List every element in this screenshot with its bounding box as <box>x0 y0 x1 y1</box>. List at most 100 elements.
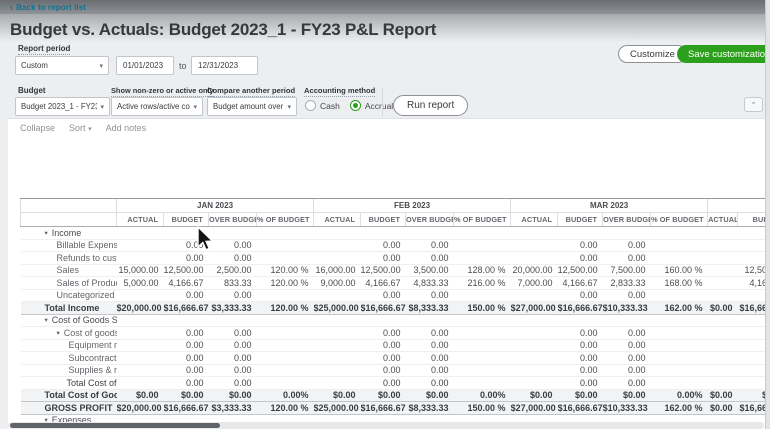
table-cell <box>511 314 558 327</box>
save-customization-button[interactable]: Save customization <box>677 45 770 63</box>
table-cell <box>511 327 558 340</box>
show-nonzero-select-value: Active rows/active columns <box>117 102 190 111</box>
table-cell <box>454 364 511 377</box>
table-cell: $0.00 <box>117 389 164 402</box>
table-cell <box>651 314 708 327</box>
table-cell: 12,500.00 <box>361 264 406 277</box>
table-cell: $8,333.33 <box>406 302 454 315</box>
show-nonzero-select[interactable]: Active rows/active columns ▾ <box>111 97 203 116</box>
back-to-report-list-link[interactable]: ‹ Back to report list <box>10 3 86 12</box>
accounting-method-radios: Cash Accrual <box>305 100 393 111</box>
table-cell: $0.00 <box>209 389 257 402</box>
sort-link[interactable]: Sort ▾ <box>69 123 92 133</box>
collapse-arrow-icon[interactable]: ▾ <box>45 229 48 237</box>
table-cell <box>708 264 738 277</box>
table-cell <box>603 314 651 327</box>
table-cell <box>603 227 651 240</box>
table-cell: $25,000.00 <box>314 302 361 315</box>
table-cell <box>454 314 511 327</box>
table-cell: $0.00 <box>603 389 651 402</box>
table-cell: $0.00 <box>511 389 558 402</box>
table-cell <box>454 239 511 252</box>
save-customization-label: Save customization <box>688 49 770 60</box>
add-notes-link[interactable]: Add notes <box>106 123 147 133</box>
report-period-select[interactable]: Custom ▾ <box>15 56 109 75</box>
date-from-input[interactable] <box>116 56 174 75</box>
collapse-link[interactable]: Collapse <box>20 123 55 133</box>
row-label: ▾Cost of goods sold <box>21 327 117 340</box>
table-cell: $20,000.00 <box>117 402 164 415</box>
table-cell <box>117 364 164 377</box>
horizontal-scrollbar-thumb[interactable] <box>10 423 220 428</box>
table-cell: 0.00 <box>164 339 209 352</box>
table-cell: 0.00 <box>164 289 209 302</box>
table-cell: 3,500.00 <box>406 264 454 277</box>
row-label-subheader <box>21 213 117 227</box>
table-cell: 0.00 <box>603 289 651 302</box>
add-notes-label: Add notes <box>106 123 147 133</box>
table-cell: 0.00 <box>361 239 406 252</box>
table-cell <box>361 314 406 327</box>
sort-label: Sort <box>69 123 86 133</box>
collapse-panel-button[interactable]: ⌃ <box>744 97 763 112</box>
table-cell: 0.00 <box>558 339 603 352</box>
table-cell: $16,666.67 <box>361 402 406 415</box>
accrual-radio[interactable]: Accrual <box>350 100 393 111</box>
column-header: % OF BUDGET <box>454 213 511 227</box>
table-row: Equipment rental0.000.000.000.000.000.00… <box>21 339 770 352</box>
table-cell: 4,833.33 <box>406 277 454 290</box>
table-cell: 833.33 <box>209 277 257 290</box>
vertical-scrollbar-track[interactable] <box>765 0 770 429</box>
filter-divider <box>382 88 383 116</box>
date-to-input[interactable] <box>191 56 258 75</box>
table-cell <box>314 327 361 340</box>
table-cell: 7,500.00 <box>603 264 651 277</box>
table-row: Subcontractor expenses0.000.000.000.000.… <box>21 352 770 365</box>
run-report-label: Run report <box>407 100 454 111</box>
table-row: Sales15,000.0012,500.002,500.00120.00 %1… <box>21 264 770 277</box>
table-cell <box>651 289 708 302</box>
month-group-header-row: JAN 2023FEB 2023MAR 2023 <box>21 199 770 213</box>
table-cell: 4,166.67 <box>164 277 209 290</box>
compare-period-select[interactable]: Budget amount over ▾ <box>207 97 297 116</box>
column-header: ACTUAL <box>708 213 738 227</box>
row-label: Billable Expense Income <box>21 239 117 252</box>
table-cell: $0.00 <box>314 389 361 402</box>
table-cell: 0.00 <box>361 339 406 352</box>
accrual-radio-label: Accrual <box>365 101 393 111</box>
table-cell: 0.00% <box>651 389 708 402</box>
run-report-button[interactable]: Run report <box>393 95 468 116</box>
table-cell: 0.00 <box>406 252 454 265</box>
row-label: Supplies & materials <box>21 364 117 377</box>
table-cell: $3,333.33 <box>209 402 257 415</box>
table-cell <box>209 314 257 327</box>
table-cell <box>257 227 314 240</box>
compare-period-select-value: Budget amount over <box>213 102 284 111</box>
table-cell: 9,000.00 <box>314 277 361 290</box>
table-cell: 2,833.33 <box>603 277 651 290</box>
table-cell: 16,000.00 <box>314 264 361 277</box>
radio-checked-icon <box>350 100 361 111</box>
table-cell: 128.00 % <box>454 264 511 277</box>
table-cell <box>651 252 708 265</box>
budget-select[interactable]: Budget 2023_1 - FY23 P&L ▾ <box>15 97 110 116</box>
table-cell: 0.00 <box>558 352 603 365</box>
table-cell <box>257 327 314 340</box>
chevron-down-icon: ▾ <box>100 103 104 111</box>
collapse-arrow-icon[interactable]: ▾ <box>45 316 48 324</box>
table-cell <box>511 289 558 302</box>
table-cell: 0.00 <box>406 352 454 365</box>
table-cell <box>651 239 708 252</box>
table-cell <box>314 352 361 365</box>
row-label: Refunds to customers <box>21 252 117 265</box>
column-header: BUDGET <box>164 213 209 227</box>
column-header: OVER BUDGET <box>209 213 257 227</box>
table-cell <box>454 377 511 390</box>
table-row: GROSS PROFIT$20,000.00$16,666.67$3,333.3… <box>21 402 770 415</box>
cash-radio[interactable]: Cash <box>305 100 340 111</box>
collapse-arrow-icon[interactable]: ▾ <box>57 329 60 337</box>
table-cell <box>511 339 558 352</box>
table-cell: $16,666.67 <box>558 402 603 415</box>
table-cell <box>314 339 361 352</box>
table-cell <box>314 227 361 240</box>
